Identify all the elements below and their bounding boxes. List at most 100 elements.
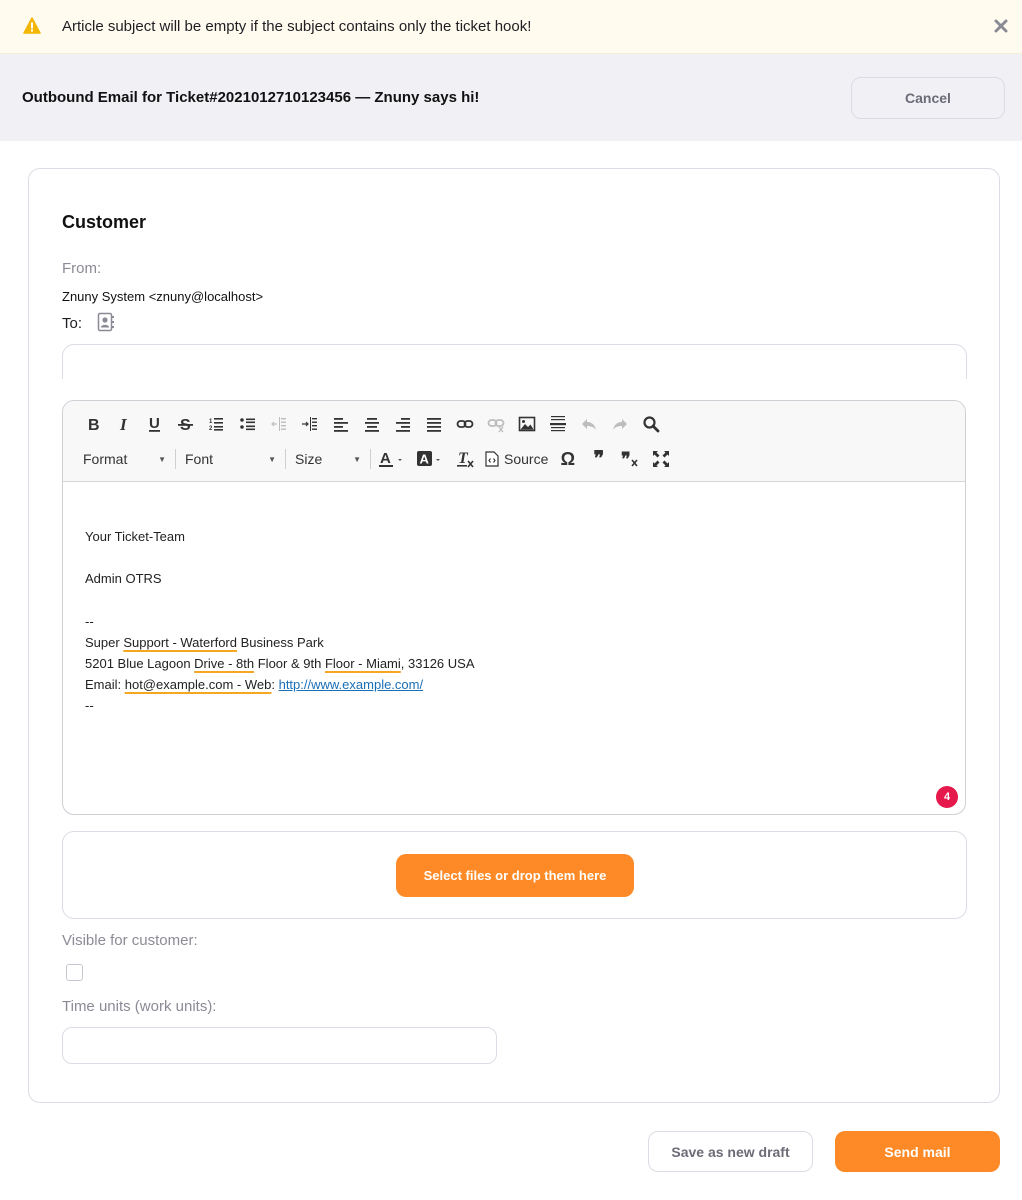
send-mail-button[interactable]: Send mail xyxy=(835,1131,1000,1172)
justify-icon xyxy=(426,417,441,432)
underline-button[interactable]: U xyxy=(139,411,170,436)
visible-for-customer-checkbox[interactable] xyxy=(66,964,83,981)
align-left-icon xyxy=(333,417,348,432)
visible-for-customer-label: Visible for customer: xyxy=(62,932,198,949)
underline-icon: U xyxy=(148,415,160,432)
image-button[interactable] xyxy=(511,411,542,436)
svg-text:❞: ❞ xyxy=(621,449,631,469)
text-segment: 5201 Blue Lagoon xyxy=(85,656,195,671)
undo-icon xyxy=(581,418,596,430)
save-draft-button[interactable]: Save as new draft xyxy=(648,1131,813,1172)
toolbar-separator xyxy=(370,449,371,469)
omega-icon: Ω xyxy=(560,448,576,469)
warning-triangle-icon xyxy=(23,17,41,34)
maximize-button[interactable] xyxy=(645,447,676,472)
spellcheck-word[interactable]: hot@example.com - Web xyxy=(125,677,272,692)
image-icon xyxy=(518,416,535,431)
close-icon[interactable] xyxy=(993,18,1009,34)
toolbar-row-2: Format ▼ Font ▼ Size ▼ A A T Source Ω ❞ … xyxy=(77,446,676,472)
justify-button[interactable] xyxy=(418,411,449,436)
bold-button[interactable]: B xyxy=(77,411,108,436)
background-color-button[interactable]: A xyxy=(412,447,450,472)
spellcheck-word[interactable]: Floor - Miami xyxy=(325,656,401,671)
text-segment: Email: xyxy=(85,677,125,692)
text-segment: : xyxy=(271,677,279,692)
numbered-list-button[interactable]: 12 xyxy=(201,411,232,436)
indent-button[interactable] xyxy=(294,411,325,436)
svg-text:2: 2 xyxy=(209,426,213,432)
align-right-button[interactable] xyxy=(387,411,418,436)
remove-format-button[interactable]: T xyxy=(450,447,481,472)
remove-blockquote-button[interactable]: ❞ xyxy=(614,447,645,472)
text-segment: Floor & 9th xyxy=(254,656,325,671)
to-label: To: xyxy=(62,315,83,332)
special-char-button[interactable]: Ω xyxy=(552,447,583,472)
font-dropdown[interactable]: Font ▼ xyxy=(179,447,282,471)
redo-icon xyxy=(612,418,627,430)
size-dropdown[interactable]: Size ▼ xyxy=(289,447,367,471)
horizontal-line-icon xyxy=(549,415,566,431)
unlink-button[interactable] xyxy=(480,411,511,436)
font-label: Font xyxy=(185,451,214,467)
redo-button[interactable] xyxy=(604,411,635,436)
body-line: -- xyxy=(85,614,94,629)
strikethrough-icon: S xyxy=(177,417,193,433)
spellcheck-word[interactable]: Drive - 8th xyxy=(194,656,254,671)
background-color-icon: A xyxy=(417,451,440,467)
indent-icon xyxy=(301,416,317,431)
body-line: Email: hot@example.com - Web: http://www… xyxy=(85,677,423,692)
link-button[interactable] xyxy=(449,411,480,436)
outdent-button[interactable] xyxy=(263,411,294,436)
text-segment: Super xyxy=(85,635,124,650)
outdent-icon xyxy=(270,416,286,431)
alert-message: Article subject will be empty if the sub… xyxy=(62,18,532,35)
numbered-list-icon: 12 xyxy=(209,417,223,432)
blockquote-button[interactable]: ❞ xyxy=(583,447,614,472)
bulleted-list-button[interactable] xyxy=(232,411,263,436)
svg-text:T: T xyxy=(458,450,469,467)
spellcheck-word[interactable]: Support - Waterford xyxy=(123,635,237,650)
cancel-button[interactable]: Cancel xyxy=(851,77,1005,119)
strikethrough-button[interactable]: S xyxy=(170,411,201,436)
source-icon xyxy=(485,451,499,467)
source-button[interactable]: Source xyxy=(481,447,552,472)
chevron-down-icon: ▼ xyxy=(353,454,361,464)
text-color-button[interactable]: A xyxy=(374,447,412,472)
format-label: Format xyxy=(83,451,128,467)
spellcheck-count-badge[interactable]: 4 xyxy=(936,786,958,808)
website-link[interactable]: http://www.example.com/ xyxy=(279,677,424,692)
time-units-input[interactable] xyxy=(62,1027,497,1064)
editor-toolbar: B I U S 12 Format ▼ Font ▼ Size ▼ A A T Sour… xyxy=(63,401,965,482)
select-files-button[interactable]: Select files or drop them here xyxy=(396,854,634,897)
compose-form: Customer From: Znuny System <znuny@local… xyxy=(28,168,1000,1103)
dialog-title: Outbound Email for Ticket#20210127101234… xyxy=(22,89,480,106)
body-line: Admin OTRS xyxy=(85,571,162,586)
editor-content[interactable]: Your Ticket-Team Admin OTRS -- Super Sup… xyxy=(85,482,945,814)
size-label: Size xyxy=(295,451,323,467)
to-input[interactable] xyxy=(62,344,967,379)
align-center-button[interactable] xyxy=(356,411,387,436)
svg-text:A: A xyxy=(420,452,430,467)
search-icon xyxy=(642,415,659,432)
text-color-icon: A xyxy=(379,450,402,467)
undo-button[interactable] xyxy=(573,411,604,436)
body-line: -- xyxy=(85,698,94,713)
svg-text:U: U xyxy=(149,415,160,432)
remove-blockquote-icon: ❞ xyxy=(621,449,638,469)
attachment-dropzone[interactable]: Select files or drop them here xyxy=(62,831,967,919)
address-book-icon[interactable] xyxy=(97,312,115,332)
time-units-label: Time units (work units): xyxy=(62,998,217,1015)
horizontal-line-button[interactable] xyxy=(542,411,573,436)
maximize-icon xyxy=(652,451,669,467)
align-right-icon xyxy=(395,417,410,432)
svg-text:A: A xyxy=(380,450,391,467)
from-label: From: xyxy=(62,260,102,277)
body-line: Your Ticket-Team xyxy=(85,529,185,544)
align-left-button[interactable] xyxy=(325,411,356,436)
format-dropdown[interactable]: Format ▼ xyxy=(77,447,172,471)
bold-icon: B xyxy=(88,417,100,433)
find-button[interactable] xyxy=(635,411,666,436)
italic-button[interactable]: I xyxy=(108,411,139,436)
blockquote-icon: ❞ xyxy=(593,448,605,470)
italic-icon: I xyxy=(119,415,128,433)
